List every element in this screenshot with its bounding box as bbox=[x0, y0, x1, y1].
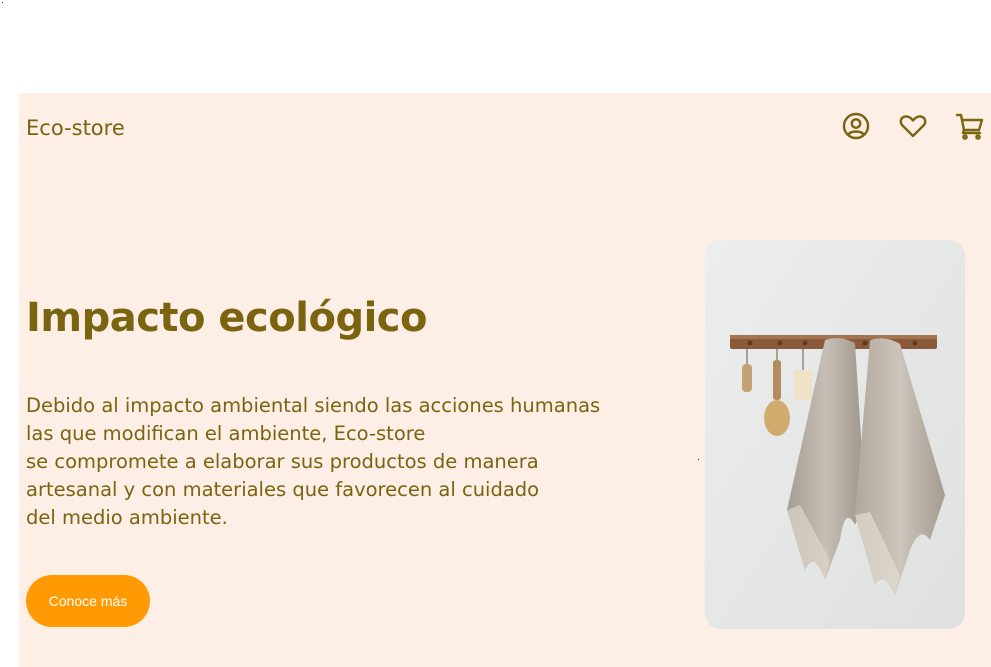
cart-button[interactable] bbox=[955, 111, 985, 141]
hero-section: Eco-store Impacto ecológico Debido al im… bbox=[19, 93, 991, 667]
hero-title: Impacto ecológico bbox=[26, 295, 427, 341]
header-actions bbox=[841, 111, 985, 141]
description-line: artesanal y con materiales que favorecen… bbox=[26, 478, 540, 501]
hero-description: Debido al impacto ambiental siendo las a… bbox=[26, 392, 600, 532]
page: Eco-store Impacto ecológico Debido al im… bbox=[0, 0, 991, 667]
description-line: se compromete a elaborar sus productos d… bbox=[26, 450, 539, 473]
description-line: las que modifican el ambiente, Eco-store bbox=[26, 422, 426, 445]
user-circle-icon bbox=[842, 112, 870, 140]
cart-icon bbox=[955, 113, 984, 140]
account-button[interactable] bbox=[841, 111, 871, 141]
description-line: del medio ambiente. bbox=[26, 506, 228, 529]
stray-dot bbox=[698, 459, 699, 460]
learn-more-button[interactable]: Conoce más bbox=[26, 575, 150, 627]
wishlist-button[interactable] bbox=[898, 111, 928, 141]
towels-image bbox=[705, 240, 965, 629]
stray-dot bbox=[2, 2, 3, 3]
description-line: Debido al impacto ambiental siendo las a… bbox=[26, 394, 601, 417]
brand-logo[interactable]: Eco-store bbox=[26, 116, 125, 140]
heart-icon bbox=[899, 115, 927, 138]
hero-image bbox=[705, 240, 965, 629]
